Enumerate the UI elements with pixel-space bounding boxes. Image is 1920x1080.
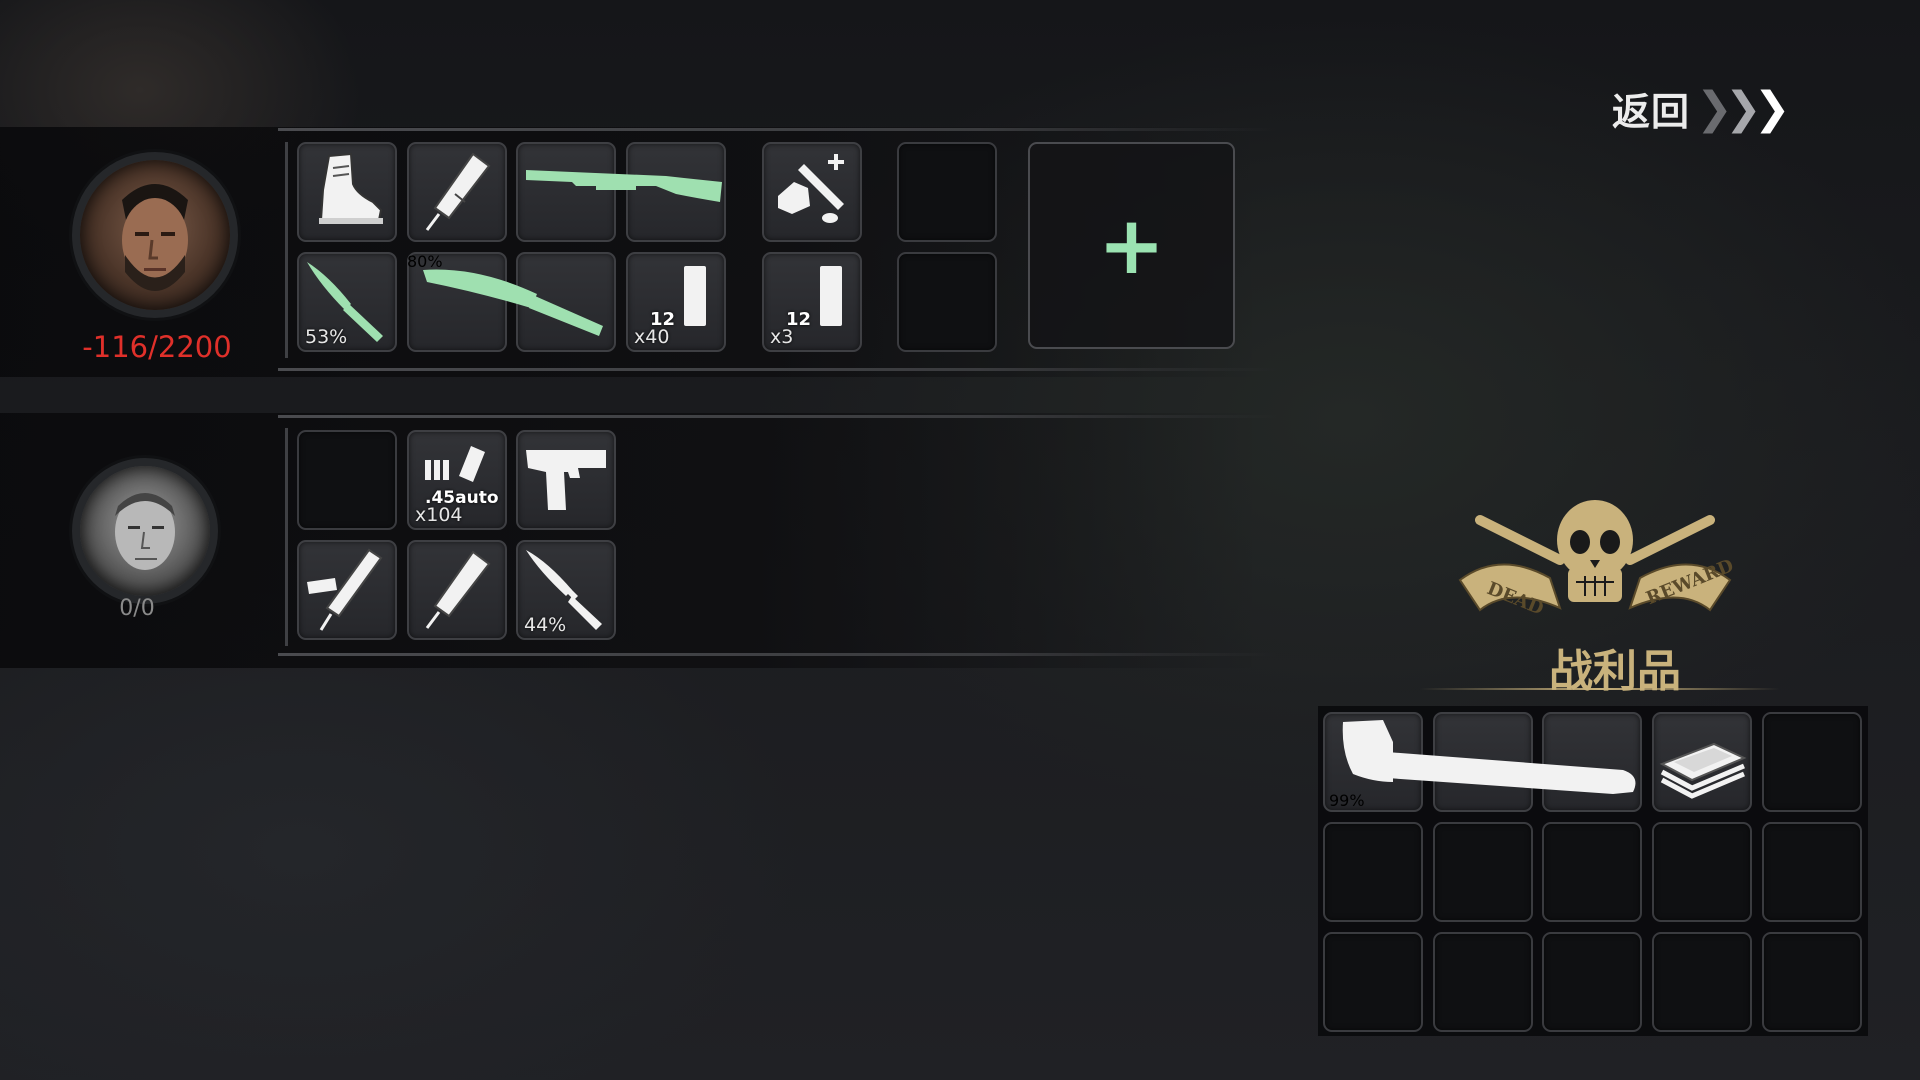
count-label: x104 — [415, 504, 463, 526]
avatar-survivor-2[interactable] — [72, 458, 218, 604]
machete-icon: 80% — [407, 252, 617, 352]
equip-slot-boots[interactable] — [297, 142, 397, 242]
syringe-icon — [307, 548, 383, 631]
syringe-icon — [425, 152, 491, 231]
avatar-survivor-1[interactable] — [72, 152, 238, 318]
durability-label: 44% — [524, 614, 567, 636]
equip-slot-syringe[interactable] — [407, 142, 507, 242]
ammo-slot-shells[interactable]: 12 x40 — [626, 252, 726, 352]
divider — [285, 428, 288, 646]
loot-slot-empty[interactable] — [1762, 712, 1862, 812]
durability-label: 99% — [1329, 791, 1365, 810]
equip-slot-knife[interactable]: 44% — [516, 540, 616, 640]
add-slot-button[interactable]: + — [1028, 142, 1235, 349]
loot-slot-empty[interactable] — [1542, 822, 1642, 922]
syringe-icon — [425, 550, 491, 629]
divider — [278, 415, 1278, 418]
axe-icon: 99% — [1323, 712, 1643, 812]
rock-saw-icon — [778, 154, 844, 223]
loot-slot-empty[interactable] — [1652, 932, 1752, 1032]
loot-slot-empty[interactable] — [1542, 932, 1642, 1032]
loot-divider — [1420, 688, 1780, 690]
dead-reward-skull-logo: DEAD REWARD — [1440, 490, 1750, 640]
chevrons-right-icon: ❯❯❯ — [1696, 82, 1791, 134]
equip-slot-knife[interactable]: 53% — [297, 252, 397, 352]
pistol-icon — [526, 450, 606, 510]
loot-slot-empty[interactable] — [1323, 932, 1423, 1032]
shotgun-icon — [516, 142, 726, 242]
old-man-face-icon — [115, 493, 175, 570]
divider — [278, 653, 1278, 656]
empty-slot[interactable] — [297, 430, 397, 530]
hp-text: 0/0 — [119, 596, 155, 621]
divider — [285, 142, 288, 358]
boots-icon — [319, 152, 383, 224]
ammo-slot-45auto[interactable]: .45auto x104 — [407, 430, 507, 530]
plus-icon: + — [1097, 198, 1166, 292]
back-label: 返回 — [1612, 89, 1691, 134]
equip-slot-syringe-pair[interactable] — [297, 540, 397, 640]
divider — [278, 128, 1278, 131]
man-face-icon — [122, 184, 188, 291]
loot-slot-empty[interactable] — [1762, 822, 1862, 922]
durability-label: 53% — [305, 326, 348, 348]
empty-slot[interactable] — [897, 252, 997, 352]
loot-slot-empty[interactable] — [1652, 822, 1752, 922]
equip-slot-syringe[interactable] — [407, 540, 507, 640]
hp-text: -116/2200 — [82, 330, 232, 364]
equip-slot-pistol[interactable] — [516, 430, 616, 530]
loot-slot-empty[interactable] — [1762, 932, 1862, 1032]
cash-stack-icon — [1659, 742, 1747, 799]
divider — [278, 368, 1278, 371]
skill-slot-crafting[interactable] — [762, 142, 862, 242]
count-label: x40 — [634, 326, 670, 348]
back-button[interactable]: 返回 ❯❯❯ — [1612, 80, 1791, 136]
loot-slot-empty[interactable] — [1323, 822, 1423, 922]
loot-slot-cash[interactable] — [1652, 712, 1752, 812]
ammo-slot-shells[interactable]: 12 x3 — [762, 252, 862, 352]
loot-slot-empty[interactable] — [1433, 822, 1533, 922]
empty-slot[interactable] — [897, 142, 997, 242]
count-label: x3 — [770, 326, 794, 348]
loot-slot-empty[interactable] — [1433, 932, 1533, 1032]
